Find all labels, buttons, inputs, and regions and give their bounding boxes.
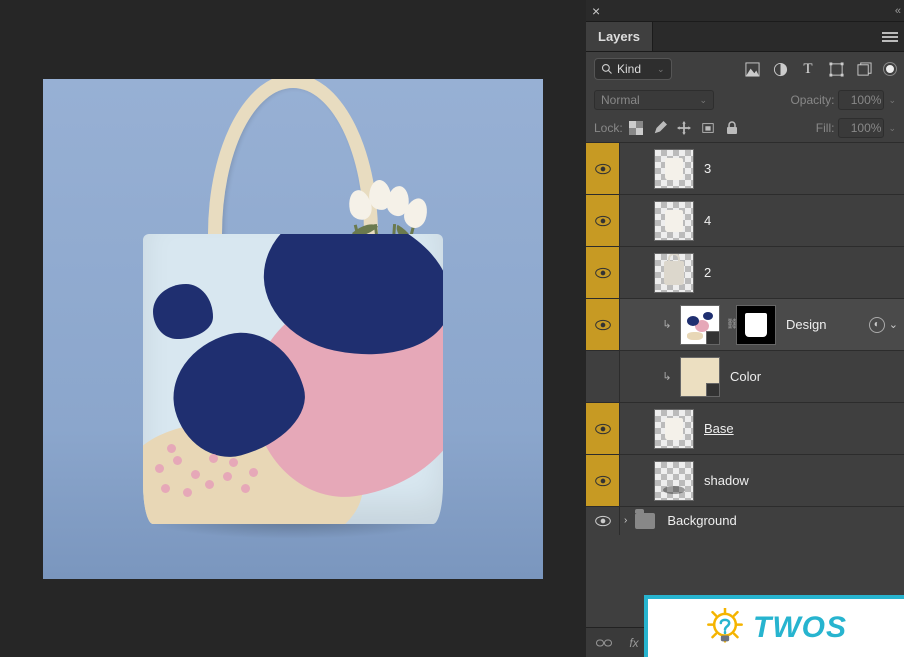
- link-layers-icon[interactable]: [596, 635, 612, 651]
- layers-panel: × « Layers Kind ⌄ T: [586, 0, 904, 657]
- layer-row-design[interactable]: ↳ ⛓ Design ◐ ⌄: [586, 298, 904, 350]
- layers-list[interactable]: 3 4: [586, 142, 904, 627]
- layer-name[interactable]: 4: [704, 213, 711, 228]
- panel-menu-icon[interactable]: [876, 22, 904, 51]
- visibility-toggle[interactable]: [586, 351, 620, 402]
- layer-name[interactable]: 2: [704, 265, 711, 280]
- expand-icon[interactable]: ⌄: [889, 318, 898, 331]
- chevron-down-icon[interactable]: ⌄: [888, 95, 896, 106]
- eye-icon: [595, 319, 611, 331]
- collapse-icon[interactable]: «: [895, 5, 898, 17]
- lock-label: Lock:: [594, 121, 623, 135]
- layer-row-4[interactable]: 4: [586, 194, 904, 246]
- layer-row-2[interactable]: 2: [586, 246, 904, 298]
- search-icon: [601, 63, 613, 75]
- filter-shape-icon[interactable]: [828, 61, 844, 77]
- visibility-toggle[interactable]: [586, 455, 620, 506]
- tab-layers[interactable]: Layers: [586, 22, 653, 51]
- lock-pixels-icon[interactable]: [653, 121, 667, 135]
- kind-label: Kind: [617, 62, 641, 76]
- layer-row-base[interactable]: Base: [586, 402, 904, 454]
- opacity-input[interactable]: 100%: [838, 90, 884, 110]
- kind-filter-dropdown[interactable]: Kind ⌄: [594, 58, 672, 80]
- layer-thumbnail[interactable]: [654, 149, 694, 189]
- lock-artboard-icon[interactable]: [701, 121, 715, 135]
- layer-row-3[interactable]: 3: [586, 142, 904, 194]
- filter-type-icon[interactable]: T: [800, 61, 816, 77]
- canvas-area[interactable]: [0, 0, 586, 657]
- blend-mode-value: Normal: [601, 93, 640, 107]
- filter-toggle[interactable]: [884, 63, 896, 75]
- lightbulb-icon: [705, 608, 745, 648]
- blend-row: Normal ⌄ Opacity: 100% ⌄: [586, 86, 904, 114]
- layer-mask-thumbnail[interactable]: [736, 305, 776, 345]
- lock-position-icon[interactable]: [677, 121, 691, 135]
- filter-smartobject-icon[interactable]: [856, 61, 872, 77]
- visibility-toggle[interactable]: [586, 195, 620, 246]
- opacity-value: 100%: [851, 93, 882, 107]
- layer-row-background-group[interactable]: › Background: [586, 506, 904, 534]
- visibility-toggle[interactable]: [586, 247, 620, 298]
- lock-row: Lock: Fill: 100% ⌄: [586, 114, 904, 142]
- eye-icon: [595, 163, 611, 175]
- artboard[interactable]: [43, 79, 543, 579]
- chevron-down-icon: ⌄: [699, 95, 707, 106]
- layer-filter-row: Kind ⌄ T: [586, 52, 904, 86]
- watermark: TWOS: [644, 595, 904, 657]
- opacity-label: Opacity:: [790, 93, 834, 107]
- layer-name[interactable]: Design: [786, 317, 826, 332]
- fill-label: Fill:: [816, 121, 835, 135]
- watermark-text: TWOS: [753, 611, 847, 645]
- layer-name[interactable]: Color: [730, 369, 761, 384]
- eye-icon: [595, 423, 611, 435]
- fill-input[interactable]: 100%: [838, 118, 884, 138]
- tote-bag: [143, 234, 443, 524]
- eye-icon: [595, 267, 611, 279]
- layer-name[interactable]: 3: [704, 161, 711, 176]
- layer-name[interactable]: shadow: [704, 473, 749, 488]
- bag-body: [143, 234, 443, 524]
- link-mask-icon[interactable]: ⛓: [726, 319, 736, 330]
- eye-icon: [595, 515, 611, 527]
- layer-name[interactable]: Background: [667, 513, 736, 528]
- eye-icon: [595, 475, 611, 487]
- panel-topbar: × «: [586, 0, 904, 22]
- layer-thumbnail[interactable]: [654, 461, 694, 501]
- layer-name[interactable]: Base: [704, 421, 734, 436]
- chevron-down-icon: ⌄: [657, 64, 665, 75]
- eye-icon: [595, 215, 611, 227]
- clip-indicator-icon: ↳: [660, 370, 674, 383]
- layer-thumbnail[interactable]: [654, 201, 694, 241]
- visibility-toggle[interactable]: [586, 507, 620, 535]
- layer-row-color[interactable]: ↳ Color: [586, 350, 904, 402]
- layer-thumbnail[interactable]: [654, 253, 694, 293]
- fx-icon[interactable]: fx: [626, 635, 642, 651]
- expand-caret-icon[interactable]: ›: [624, 515, 627, 526]
- visibility-toggle[interactable]: [586, 403, 620, 454]
- lock-all-icon[interactable]: [725, 121, 739, 135]
- layer-thumbnail[interactable]: [680, 305, 720, 345]
- blend-mode-dropdown[interactable]: Normal ⌄: [594, 90, 714, 110]
- clip-indicator-icon: ↳: [660, 318, 674, 331]
- visibility-toggle[interactable]: [586, 143, 620, 194]
- smart-filter-icon[interactable]: ◐: [869, 317, 885, 333]
- filter-pixel-icon[interactable]: [744, 61, 760, 77]
- folder-icon: [635, 513, 655, 529]
- layer-thumbnail[interactable]: [654, 409, 694, 449]
- fill-value: 100%: [851, 121, 882, 135]
- close-icon[interactable]: ×: [592, 3, 600, 19]
- layer-thumbnail[interactable]: [680, 357, 720, 397]
- visibility-toggle[interactable]: [586, 299, 620, 350]
- chevron-down-icon[interactable]: ⌄: [888, 123, 896, 134]
- panel-tabbar: Layers: [586, 22, 904, 52]
- layer-row-shadow[interactable]: shadow: [586, 454, 904, 506]
- filter-adjustment-icon[interactable]: [772, 61, 788, 77]
- lock-transparency-icon[interactable]: [629, 121, 643, 135]
